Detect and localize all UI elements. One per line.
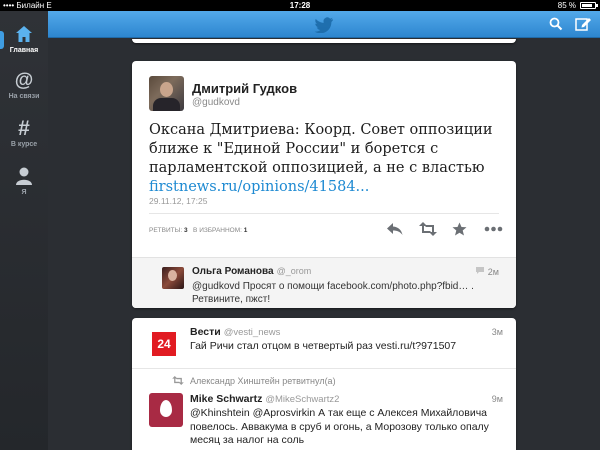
tweet-author-name[interactable]: Дмитрий Гудков (192, 81, 297, 96)
app-header (48, 11, 600, 38)
reply-item[interactable]: Ольга Романова @_orom 2м @gudkovd Просят … (132, 257, 516, 308)
feed-card: 24 Вести @vesti_news 3м Гай Ричи стал отц… (132, 318, 516, 450)
feed-timestamp: 9м (491, 394, 503, 404)
feed-author-handle: @MikeSchwartz2 (265, 394, 340, 405)
feed-author-name[interactable]: Mike Schwartz @MikeSchwartz2 (190, 393, 339, 405)
expanded-tweet-card[interactable]: Дмитрий Гудков @gudkovd Оксана Дмитриева… (132, 61, 516, 308)
status-bar: •••• Билайн E 17:28 85 % (0, 0, 600, 11)
sidebar: Главная @ На связи # В курсе Я (0, 11, 48, 450)
divider (149, 213, 499, 214)
retweet-icon (172, 376, 184, 385)
retweet-icon[interactable] (419, 222, 437, 236)
previous-tweet-card[interactable] (132, 39, 516, 43)
timeline[interactable]: Дмитрий Гудков @gudkovd Оксана Дмитриева… (48, 39, 600, 450)
feed-timestamp: 3м (491, 327, 503, 337)
battery-level-fill (582, 4, 593, 7)
person-icon (16, 167, 32, 185)
sidebar-item-discover[interactable]: # В курсе (0, 117, 48, 148)
feed-author-handle: @vesti_news (223, 327, 281, 338)
avatar[interactable] (149, 76, 184, 111)
conversation-icon (476, 267, 484, 274)
tweet-author-handle[interactable]: @gudkovd (192, 97, 240, 108)
divider (132, 368, 516, 369)
sidebar-item-label: В курсе (10, 141, 38, 148)
clock: 17:28 (289, 1, 311, 10)
tweet-text: Оксана Дмитриева: Коорд. Совет оппозиции… (149, 122, 493, 195)
battery-percent: 85 % (557, 1, 576, 10)
tweet-actions (386, 222, 506, 242)
reply-author-name[interactable]: Ольга Романова @_orom (192, 266, 311, 277)
sidebar-item-label: Я (21, 189, 27, 196)
reply-author-handle: @_orom (276, 266, 312, 276)
twitter-bird-icon (314, 17, 333, 33)
reply-text: @gudkovd Просят о помощи facebook.com/ph… (192, 281, 474, 305)
sidebar-item-label: Главная (9, 47, 39, 54)
svg-text:#: # (18, 117, 30, 139)
sidebar-item-me[interactable]: Я (0, 165, 48, 196)
reply-icon[interactable] (386, 222, 404, 236)
retweeted-by-label[interactable]: Александр Хинштейн ретвитнул(а) (190, 376, 336, 386)
avatar[interactable] (149, 393, 183, 427)
favorite-star-icon[interactable] (452, 222, 467, 236)
feed-text: Гай Ричи стал отцом в четвертый раз vest… (190, 340, 457, 352)
hash-icon: # (18, 117, 30, 139)
at-icon: @ (15, 70, 34, 91)
favorite-count: 1 (243, 227, 248, 234)
retweet-count: 3 (184, 227, 188, 234)
more-icon[interactable] (484, 222, 503, 236)
compose-icon[interactable] (575, 16, 592, 32)
svg-text:@: @ (15, 70, 34, 91)
sidebar-item-connect[interactable]: @ На связи (0, 69, 48, 100)
feed-text: @Khinshtein @Aprosvirkin А так еще с Але… (190, 407, 489, 446)
avatar[interactable]: 24 (152, 332, 176, 356)
battery-icon (580, 2, 598, 9)
tweet-stats: РЕТВИТЫ: 3 В ИЗБРАННОМ: 1 (149, 227, 248, 234)
sidebar-item-label: На связи (8, 93, 40, 100)
home-icon (16, 26, 32, 42)
search-icon[interactable] (549, 17, 563, 31)
avatar[interactable] (162, 267, 184, 289)
tweet-timestamp: 29.11.12, 17:25 (149, 196, 208, 206)
sidebar-item-home[interactable]: Главная (0, 23, 48, 54)
feed-author-name[interactable]: Вести @vesti_news (190, 326, 280, 338)
reply-timestamp: 2м (487, 267, 499, 277)
tweet-link[interactable]: firstnews.ru/opinions/41584... (149, 179, 369, 195)
